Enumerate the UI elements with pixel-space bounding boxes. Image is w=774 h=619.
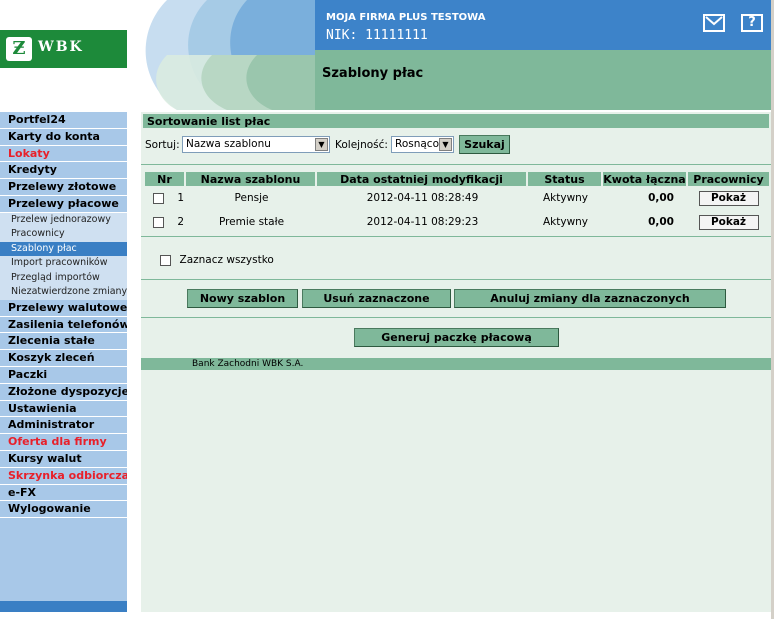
column-header-nr: Nr <box>145 172 186 186</box>
table-header-row: Nr Nazwa szablonu Data ostatniej modyfik… <box>145 172 769 186</box>
sidebar-item-lokaty[interactable]: Lokaty <box>0 145 127 163</box>
sidebar-subitem-przeglad-importow[interactable]: Przegląd importów <box>0 270 127 286</box>
logo-text: WBK <box>38 39 84 55</box>
sidebar-subitem-szablony-plac[interactable]: Szablony płac <box>0 241 127 257</box>
row-number: 1 <box>177 192 185 204</box>
sidebar-subitem-import-pracownikow[interactable]: Import pracowników <box>0 256 127 271</box>
column-header-employees: Pracownicy <box>688 172 769 186</box>
amount: 0,00 <box>648 216 674 228</box>
column-header-modified: Data ostatniej modyfikacji <box>317 172 528 186</box>
sidebar-item-koszyk-zlecen[interactable]: Koszyk zleceń <box>0 350 127 367</box>
chevron-down-icon[interactable]: ▼ <box>439 138 452 151</box>
mail-icon[interactable] <box>703 14 725 32</box>
row-select-cell: 2 <box>145 210 186 234</box>
sort-section-header: Sortowanie list płac <box>143 114 769 128</box>
sidebar-item-kredyty[interactable]: Kredyty <box>0 162 127 180</box>
sidebar-subitem-przelew-jednorazowy[interactable]: Przelew jednorazowy <box>0 212 127 228</box>
amount: 0,00 <box>648 192 674 204</box>
column-header-amount: Kwota łączna <box>603 172 688 186</box>
sort-select[interactable]: Nazwa szablonu ▼ <box>182 136 330 153</box>
footer-text: Bank Zachodni WBK S.A. <box>192 359 304 369</box>
cancel-changes-button[interactable]: Anuluj zmiany dla zaznaczonych <box>454 289 726 308</box>
sidebar-item-paczki[interactable]: Paczki <box>0 366 127 384</box>
templates-table: Nr Nazwa szablonu Data ostatniej modyfik… <box>145 172 769 234</box>
sidebar-subitem-niezatwierdzone-zmiany[interactable]: Niezatwierdzone zmiany <box>0 285 127 300</box>
new-template-button[interactable]: Nowy szablon <box>187 289 298 308</box>
row-number: 2 <box>177 216 185 228</box>
show-employees-button[interactable]: Pokaż <box>698 190 759 206</box>
sidebar-item-skrzynka-odbiorcza[interactable]: Skrzynka odbiorcza <box>0 467 127 485</box>
sidebar-item-ustawienia[interactable]: Ustawienia <box>0 400 127 418</box>
modified-date: 2012-04-11 08:29:23 <box>366 216 479 228</box>
order-select[interactable]: Rosnąco ▼ <box>391 136 454 153</box>
order-label: Kolejność: <box>335 139 388 151</box>
page-title: Szablony płac <box>322 66 424 81</box>
modified-date: 2012-04-11 08:28:49 <box>366 192 479 204</box>
footer-bar: Bank Zachodni WBK S.A. <box>141 358 771 370</box>
show-employees-button[interactable]: Pokaż <box>698 214 759 230</box>
row-select-cell: 1 <box>145 186 186 210</box>
divider <box>141 164 771 165</box>
table-row: 2 Premie stałe 2012-04-11 08:29:23 Aktyw… <box>145 210 769 234</box>
logo-mark-icon: Ƶ <box>6 37 32 61</box>
sidebar-item-zlecenia-stale[interactable]: Zlecenia stałe <box>0 333 127 351</box>
search-button[interactable]: Szukaj <box>459 135 510 154</box>
row-checkbox[interactable] <box>153 216 164 228</box>
sidebar-item-efx[interactable]: e-FX <box>0 484 127 502</box>
divider <box>141 279 771 280</box>
column-header-name: Nazwa szablonu <box>186 172 317 186</box>
section-title: Sortowanie list płac <box>147 115 271 128</box>
status: Aktywny <box>542 216 589 228</box>
sidebar-bottom-strip <box>0 601 127 612</box>
chevron-down-icon[interactable]: ▼ <box>315 138 328 151</box>
app-window: Ƶ WBK MOJA FIRMA PLUS TESTOWA NIK: 11111… <box>0 0 774 619</box>
sidebar-item-zasilenia-telefonow[interactable]: Zasilenia telefonów <box>0 316 127 334</box>
row-checkbox[interactable] <box>153 192 164 204</box>
sidebar: Portfel24 Karty do konta Lokaty Kredyty … <box>0 112 127 612</box>
sidebar-item-wylogowanie[interactable]: Wylogowanie <box>0 501 127 519</box>
generate-package-button[interactable]: Generuj paczkę płacową <box>354 328 559 347</box>
action-cell: Pokaż <box>688 186 769 210</box>
sidebar-item-przelewy-zlotowe[interactable]: Przelewy złotowe <box>0 179 127 196</box>
sidebar-item-portfel24[interactable]: Portfel24 <box>0 112 127 129</box>
sidebar-item-kursy-walut[interactable]: Kursy walut <box>0 450 127 468</box>
template-name: Premie stałe <box>218 216 285 228</box>
select-all-row[interactable]: Zaznacz wszystko <box>160 253 274 266</box>
status: Aktywny <box>542 192 589 204</box>
sidebar-item-przelewy-placowe[interactable]: Przelewy płacowe <box>0 195 127 213</box>
select-all-label: Zaznacz wszystko <box>179 254 274 266</box>
sort-select-value: Nazwa szablonu <box>186 138 271 150</box>
bank-logo[interactable]: Ƶ WBK <box>0 30 127 68</box>
order-select-value: Rosnąco <box>395 138 440 150</box>
delete-selected-button[interactable]: Usuń zaznaczone <box>302 289 451 308</box>
sidebar-item-oferta[interactable]: Oferta dla firmy <box>0 434 127 451</box>
main-panel: Sortowanie list płac Sortuj: Nazwa szabl… <box>141 112 771 612</box>
sidebar-item-administrator[interactable]: Administrator <box>0 417 127 435</box>
divider <box>141 317 771 318</box>
table-row: 1 Pensje 2012-04-11 08:28:49 Aktywny 0,0… <box>145 186 769 210</box>
select-all-checkbox[interactable] <box>160 254 171 266</box>
help-icon[interactable]: ? <box>741 14 763 32</box>
column-header-status: Status <box>528 172 603 186</box>
sidebar-item-karty[interactable]: Karty do konta <box>0 128 127 146</box>
sidebar-item-przelewy-walutowe[interactable]: Przelewy walutowe <box>0 299 127 317</box>
template-name: Pensje <box>234 192 269 204</box>
divider <box>141 236 771 237</box>
sort-label: Sortuj: <box>145 139 180 151</box>
sidebar-subitem-pracownicy[interactable]: Pracownicy <box>0 227 127 242</box>
company-name: MOJA FIRMA PLUS TESTOWA <box>326 12 486 23</box>
sidebar-item-zlozone-dyspozycje[interactable]: Złożone dyspozycje <box>0 383 127 401</box>
nik-number: NIK: 11111111 <box>326 28 428 43</box>
action-cell: Pokaż <box>688 210 769 234</box>
